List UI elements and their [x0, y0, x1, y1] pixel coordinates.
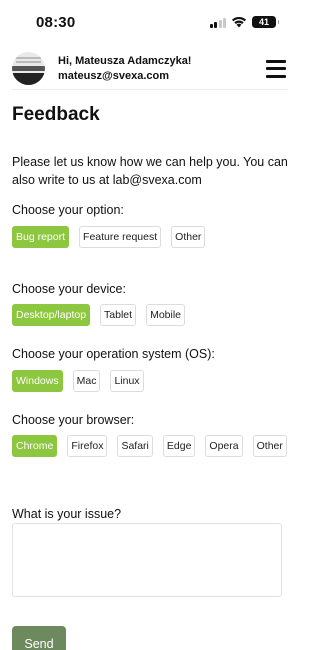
user-email: mateusz@svexa.com [58, 69, 170, 82]
option-choices: Bug report Feature request Other [12, 226, 292, 248]
os-chip-windows[interactable]: Windows [12, 370, 63, 392]
device-chip-desktop-laptop[interactable]: Desktop/laptop [12, 304, 91, 326]
device-chip-mobile[interactable]: Mobile [146, 304, 186, 326]
browser-chip-opera[interactable]: Opera [205, 435, 243, 457]
battery-level: 41 [258, 17, 269, 27]
issue-label: What is your issue? [12, 507, 122, 521]
os-chip-linux[interactable]: Linux [110, 370, 144, 392]
user-greeting: Hi, Mateusza Adamczyka! [58, 54, 192, 67]
option-chip-feature-request[interactable]: Feature request [79, 226, 162, 248]
option-label: Choose your option: [12, 203, 124, 217]
page-title: Feedback [12, 104, 100, 125]
option-chip-bug-report[interactable]: Bug report [12, 226, 70, 248]
device-choices: Desktop/laptop Tablet Mobile [12, 304, 292, 326]
browser-chip-other[interactable]: Other [252, 435, 287, 457]
wifi-icon [232, 16, 246, 28]
browser-label: Choose your browser: [12, 413, 135, 427]
device-chip-tablet[interactable]: Tablet [100, 304, 137, 326]
browser-chip-firefox[interactable]: Firefox [67, 435, 108, 457]
status-icons: 41 [209, 16, 279, 28]
os-label: Choose your operation system (OS): [12, 347, 215, 361]
browser-choices: Chrome Firefox Safari Edge Opera Other [12, 435, 292, 457]
hamburger-menu-icon[interactable] [266, 59, 286, 78]
status-time: 08:30 [36, 13, 76, 31]
browser-chip-safari[interactable]: Safari [117, 435, 153, 457]
option-chip-other[interactable]: Other [171, 226, 206, 248]
status-bar: 08:30 41 [0, 0, 300, 44]
feedback-page: 08:30 41 Hi, Mateusza Adamczyka! mateusz… [0, 0, 300, 650]
avatar [12, 52, 45, 85]
app-header: Hi, Mateusza Adamczyka! mateusz@svexa.co… [12, 48, 288, 90]
intro-text: Please let us know how we can help you. … [12, 155, 288, 187]
os-chip-mac[interactable]: Mac [72, 370, 101, 392]
issue-textarea[interactable] [12, 523, 282, 597]
cellular-signal-icon [209, 17, 226, 28]
send-button[interactable]: Send [12, 626, 66, 650]
browser-chip-edge[interactable]: Edge [162, 435, 196, 457]
battery-icon: 41 [252, 16, 279, 28]
device-label: Choose your device: [12, 282, 126, 296]
browser-chip-chrome[interactable]: Chrome [12, 435, 58, 457]
user-info: Hi, Mateusza Adamczyka! mateusz@svexa.co… [58, 54, 266, 84]
os-choices: Windows Mac Linux [12, 370, 292, 392]
